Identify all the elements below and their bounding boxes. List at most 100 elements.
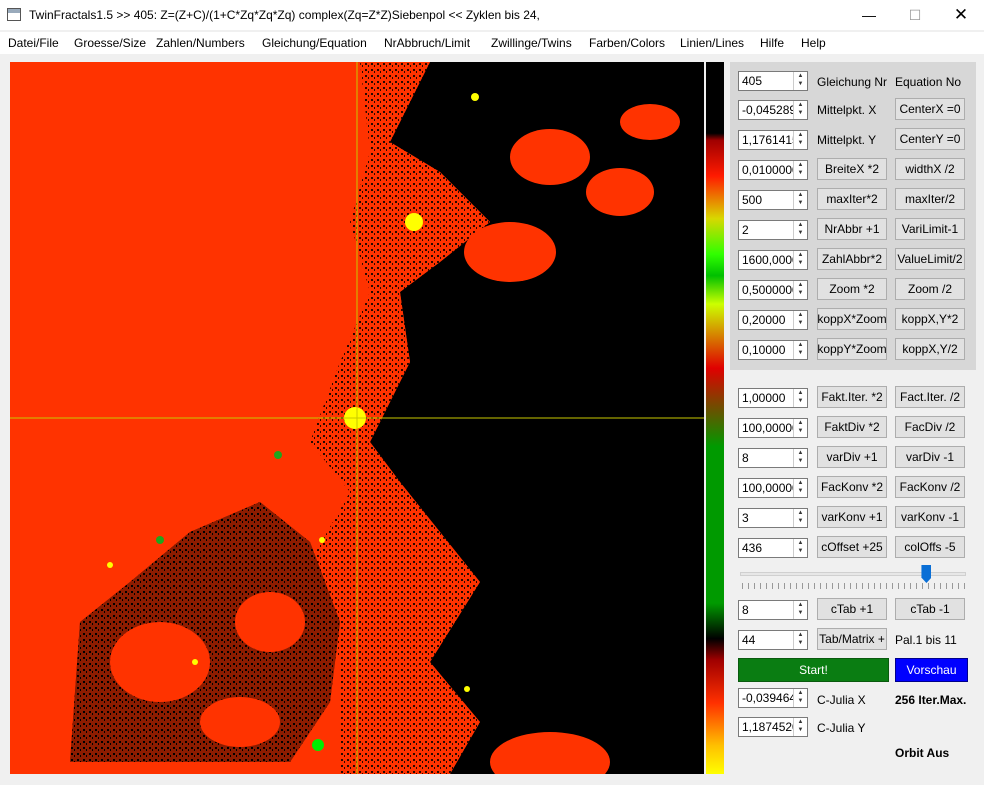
center-x-label: Mittelpkt. X xyxy=(817,103,877,117)
zahl-abbr-double-button[interactable]: ZahlAbbr*2 xyxy=(817,248,887,270)
ctab-plus-button[interactable]: cTab +1 xyxy=(817,598,887,620)
kopp-xy-half-button[interactable]: koppX,Y/2 xyxy=(895,338,965,360)
col-offs-minus-button[interactable]: colOffs -5 xyxy=(895,536,965,558)
menu-linien-lines[interactable]: Linien/Lines xyxy=(680,36,744,50)
start-button[interactable]: Start! xyxy=(738,658,889,682)
c-julia-x-spinbox[interactable]: -0,0394649▲▼ xyxy=(738,688,808,708)
spin-arrows-icon[interactable]: ▲ ▼ xyxy=(793,689,807,707)
var-div-spinbox[interactable]: 8 ▲ ▼ xyxy=(738,448,808,468)
menu-nrabbruch-limit[interactable]: NrAbbruch/Limit xyxy=(384,36,470,50)
spin-arrows-icon[interactable]: ▲ ▼ xyxy=(793,419,807,437)
zoom-double-button[interactable]: Zoom *2 xyxy=(817,278,887,300)
nr-abbr-plus-button[interactable]: NrAbbr +1 xyxy=(817,218,887,240)
slider-ticks xyxy=(742,583,966,589)
spin-arrows-icon[interactable]: ▲ ▼ xyxy=(793,509,807,527)
fakt-div-double-button[interactable]: FaktDiv *2 xyxy=(817,416,887,438)
equation-label-en: Equation No xyxy=(895,75,962,89)
value-limit-half-button[interactable]: ValueLimit/2 xyxy=(895,248,965,270)
fractal-canvas[interactable] xyxy=(10,62,704,774)
spin-arrows-icon[interactable]: ▲ ▼ xyxy=(793,479,807,497)
center-x-spinbox[interactable]: -0,0452890▲▼ xyxy=(738,100,808,120)
spin-arrows-icon[interactable]: ▲ ▼ xyxy=(793,221,807,239)
spin-arrows-icon[interactable]: ▲ ▼ xyxy=(793,631,807,649)
spin-arrows-icon[interactable]: ▲ ▼ xyxy=(793,281,807,299)
spin-arrows-icon[interactable]: ▲ ▼ xyxy=(793,101,807,119)
color-offset-slider[interactable] xyxy=(740,572,966,576)
tab-matrix-plus-button[interactable]: Tab/Matrix + xyxy=(817,628,887,650)
color-palette-bar xyxy=(706,62,724,774)
width-x-double-button[interactable]: BreiteX *2 xyxy=(817,158,887,180)
c-julia-y-spinbox[interactable]: 1,18745200▲▼ xyxy=(738,717,808,737)
width-x-half-button[interactable]: widthX /2 xyxy=(895,158,965,180)
fac-div-half-button[interactable]: FacDiv /2 xyxy=(895,416,965,438)
menu-groesse-size[interactable]: Groesse/Size xyxy=(74,36,146,50)
kopp-y-zoom-button[interactable]: koppY*Zoom xyxy=(817,338,887,360)
kopp-x-spinbox[interactable]: 0,20000 ▲ ▼ xyxy=(738,310,808,330)
tab-matrix-spinbox[interactable]: 44 ▲ ▼ xyxy=(738,630,808,650)
vorschau-button[interactable]: Vorschau xyxy=(895,658,968,682)
app-icon xyxy=(7,8,21,21)
menu-datei-file[interactable]: Datei/File xyxy=(8,36,59,50)
orbit-status-label: Orbit Aus xyxy=(895,746,950,760)
c-offset-spinbox[interactable]: 436 ▲ ▼ xyxy=(738,538,808,558)
menu-gleichung-equation[interactable]: Gleichung/Equation xyxy=(262,36,367,50)
spin-arrows-icon[interactable]: ▲ ▼ xyxy=(793,718,807,736)
minimize-icon[interactable]: — xyxy=(846,0,892,30)
spin-arrows-icon[interactable]: ▲ ▼ xyxy=(793,341,807,359)
c-julia-x-label: C-Julia X xyxy=(817,693,866,707)
fac-konv-half-button[interactable]: FacKonv /2 xyxy=(895,476,965,498)
var-konv-spinbox[interactable]: 3 ▲ ▼ xyxy=(738,508,808,528)
close-icon[interactable]: ✕ xyxy=(938,0,984,30)
spin-arrows-icon[interactable]: ▲ ▼ xyxy=(793,311,807,329)
center-y-spinbox[interactable]: 1,17614150▲▼ xyxy=(738,130,808,150)
vari-limit-minus-button[interactable]: VariLimit-1 xyxy=(895,218,965,240)
menu-zahlen-numbers[interactable]: Zahlen/Numbers xyxy=(156,36,245,50)
nr-abbr-spinbox[interactable]: 2 ▲ ▼ xyxy=(738,220,808,240)
kopp-x-zoom-button[interactable]: koppX*Zoom xyxy=(817,308,887,330)
app-window: TwinFractals1.5 >> 405: Z=(Z+C)/(1+C*Zq*… xyxy=(0,0,984,785)
maximize-icon[interactable]: ☐ xyxy=(892,0,938,30)
equation-label-de: Gleichung Nr xyxy=(817,75,888,89)
ctab-minus-button[interactable]: cTab -1 xyxy=(895,598,965,620)
fac-konv-spinbox[interactable]: 100,00000 ▲ ▼ xyxy=(738,478,808,498)
var-konv-minus-button[interactable]: varKonv -1 xyxy=(895,506,965,528)
c-offset-plus-button[interactable]: cOffset +25 xyxy=(817,536,887,558)
width-x-spinbox[interactable]: 0,0100000 ▲ ▼ xyxy=(738,160,808,180)
fakt-div-spinbox[interactable]: 100,00000 ▲ ▼ xyxy=(738,418,808,438)
menu-bar: Datei/File Groesse/Size Zahlen/Numbers G… xyxy=(0,32,984,54)
var-konv-plus-button[interactable]: varKonv +1 xyxy=(817,506,887,528)
slider-thumb[interactable] xyxy=(921,565,932,583)
menu-zwillinge-twins[interactable]: Zwillinge/Twins xyxy=(491,36,572,50)
var-div-minus-button[interactable]: varDiv -1 xyxy=(895,446,965,468)
center-y-zero-button[interactable]: CenterY =0 xyxy=(895,128,965,150)
max-iter-double-button[interactable]: maxIter*2 xyxy=(817,188,887,210)
fakt-iter-double-button[interactable]: Fakt.Iter. *2 xyxy=(817,386,887,408)
spin-arrows-icon[interactable]: ▲ ▼ xyxy=(793,131,807,149)
palette-range-label: Pal.1 bis 11 xyxy=(895,633,957,647)
max-iter-spinbox[interactable]: 500 ▲ ▼ xyxy=(738,190,808,210)
zoom-spinbox[interactable]: 0,5000000 ▲ ▼ xyxy=(738,280,808,300)
max-iter-half-button[interactable]: maxIter/2 xyxy=(895,188,965,210)
kopp-y-spinbox[interactable]: 0,10000 ▲ ▼ xyxy=(738,340,808,360)
center-x-zero-button[interactable]: CenterX =0 xyxy=(895,98,965,120)
spin-arrows-icon[interactable]: ▲ ▼ xyxy=(793,539,807,557)
ctab-spinbox[interactable]: 8 ▲ ▼ xyxy=(738,600,808,620)
spin-arrows-icon[interactable]: ▲ ▼ xyxy=(793,449,807,467)
var-div-plus-button[interactable]: varDiv +1 xyxy=(817,446,887,468)
kopp-xy-double-button[interactable]: koppX,Y*2 xyxy=(895,308,965,330)
spin-arrows-icon[interactable]: ▲ ▼ xyxy=(793,601,807,619)
fact-iter-half-button[interactable]: Fact.Iter. /2 xyxy=(895,386,965,408)
menu-help[interactable]: Help xyxy=(801,36,826,50)
spin-arrows-icon[interactable]: ▲ ▼ xyxy=(793,251,807,269)
spin-arrows-icon[interactable]: ▲ ▼ xyxy=(793,72,807,90)
spin-arrows-icon[interactable]: ▲ ▼ xyxy=(793,191,807,209)
spin-arrows-icon[interactable]: ▲ ▼ xyxy=(793,161,807,179)
menu-farben-colors[interactable]: Farben/Colors xyxy=(589,36,665,50)
spin-arrows-icon[interactable]: ▲ ▼ xyxy=(793,389,807,407)
menu-hilfe[interactable]: Hilfe xyxy=(760,36,784,50)
zoom-half-button[interactable]: Zoom /2 xyxy=(895,278,965,300)
zahl-abbr-spinbox[interactable]: 1600,0000 ▲ ▼ xyxy=(738,250,808,270)
fac-konv-double-button[interactable]: FacKonv *2 xyxy=(817,476,887,498)
equation-number-spinbox[interactable]: 405 ▲ ▼ xyxy=(738,71,808,91)
fakt-iter-spinbox[interactable]: 1,00000 ▲ ▼ xyxy=(738,388,808,408)
